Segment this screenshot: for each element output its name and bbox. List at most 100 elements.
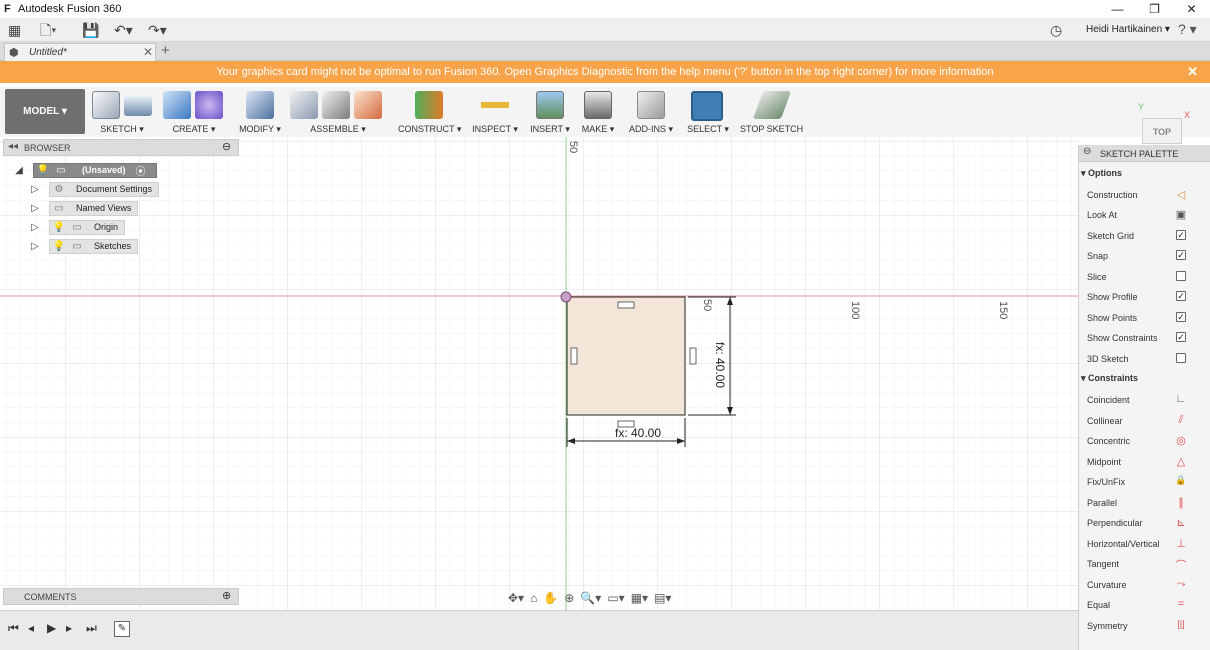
origin-point[interactable] [560,291,572,303]
constraint-concentric[interactable]: Concentric ◎ [1087,433,1205,449]
extrude-icon[interactable] [163,91,191,119]
document-settings-label[interactable]: Document Settings [76,184,152,194]
modify-menu-label[interactable]: MODIFY ▾ [238,124,282,135]
tree-row-named-views[interactable]: ▷ ▭ Named Views [29,200,139,216]
make-menu-label[interactable]: MAKE ▾ [580,124,616,135]
sphere-form-icon[interactable] [195,91,223,119]
close-tab-icon[interactable]: ✕ [143,45,153,59]
lightbulb-off-icon[interactable]: 💡 [52,222,66,233]
stop-sketch-icon[interactable] [752,91,792,119]
concentric-icon[interactable]: ◎ [1173,434,1189,447]
close-window-button[interactable]: ✕ [1173,0,1210,18]
save-icon[interactable]: 💾 [82,22,99,38]
show-constraints-checkbox[interactable]: ✓ [1176,332,1186,342]
collapse-triangle-icon[interactable]: ◢ [13,165,25,176]
select-icon[interactable] [691,91,723,121]
look-at-icon[interactable]: ▣ [1173,208,1189,221]
redo-icon[interactable]: ↷▾ [148,22,167,38]
step-back-icon[interactable]: ◂ [28,621,34,635]
browser-minimize-icon[interactable]: ⊖ [222,140,231,153]
option-show-constraints[interactable]: Show Constraints ✓ [1087,330,1205,346]
constraint-perpendicular[interactable]: Perpendicular ⊾ [1087,515,1205,531]
root-component-label[interactable]: (Unsaved) [82,165,126,175]
tangent-icon[interactable]: ⌒ [1173,557,1189,573]
comments-panel-header[interactable]: COMMENTS ⊕ [3,588,239,605]
symmetry-icon[interactable]: [|] [1173,619,1189,629]
sketch-canvas[interactable]: 50 50 100 150 fx: 40.00 fx: 40.00 [0,137,1078,610]
named-views-label[interactable]: Named Views [76,203,131,213]
constraint-fix-unfix[interactable]: Fix/UnFix 🔒 [1087,474,1205,490]
vertical-constraint-icon-right[interactable] [689,347,697,365]
construct-group[interactable]: CONSTRUCT ▾ [398,87,461,135]
constraint-horizontal-vertical[interactable]: Horizontal/Vertical ⊥ [1087,536,1205,552]
sketches-label[interactable]: Sketches [94,241,131,251]
sketch-grid-checkbox[interactable]: ✓ [1176,230,1186,240]
create-sketch-icon[interactable] [92,91,120,119]
data-panel-grid-icon[interactable]: ▦ [8,22,21,38]
horizontal-constraint-icon-top[interactable] [617,301,635,309]
assemble-menu-label[interactable]: ASSEMBLE ▾ [288,124,388,135]
modify-group[interactable]: MODIFY ▾ [238,87,282,135]
activate-radio-icon[interactable]: ⦿ [134,163,148,178]
select-menu-label[interactable]: SELECT ▾ [686,124,730,135]
undo-icon[interactable]: ↶▾ [114,22,133,38]
sketch-menu-label[interactable]: SKETCH ▾ [92,124,152,135]
collinear-icon[interactable]: ⫽ [1173,414,1189,427]
new-component-icon[interactable] [290,91,318,119]
go-to-end-icon[interactable]: ⏭ [86,621,97,636]
option-3d-sketch[interactable]: 3D Sketch [1087,351,1205,367]
add-ins-menu-label[interactable]: ADD-INS ▾ [626,124,676,135]
option-show-points[interactable]: Show Points ✓ [1087,310,1205,326]
new-tab-button[interactable]: + [161,42,170,59]
sketch-rectangle-icon[interactable] [124,96,152,116]
horizontal-vertical-icon[interactable]: ⊥ [1173,537,1189,550]
lightbulb-icon[interactable]: 💡 [52,241,66,252]
restore-button[interactable]: ❐ [1136,0,1173,18]
measure-icon[interactable] [481,91,509,119]
joint-icon[interactable] [322,91,350,119]
view-cube-top-face[interactable]: TOP [1142,118,1182,144]
browser-collapse-icon[interactable]: ◂◂ [8,141,18,152]
slice-checkbox[interactable] [1176,271,1186,281]
file-menu-icon[interactable]: 🗋▾ [40,22,56,38]
insert-menu-label[interactable]: INSERT ▾ [529,124,571,135]
construction-icon[interactable]: ◁ [1173,188,1189,201]
pan-hand-icon[interactable]: ✋ [543,591,558,605]
expand-triangle-icon[interactable]: ▷ [29,184,41,195]
sketch-feature-icon[interactable]: ✎ [114,621,130,637]
show-points-checkbox[interactable]: ✓ [1176,312,1186,322]
user-account-menu[interactable]: Heidi Hartikainen ▾ [1086,24,1170,35]
insert-image-icon[interactable] [536,91,564,119]
option-slice[interactable]: Slice [1087,269,1205,285]
perpendicular-icon[interactable]: ⊾ [1173,516,1189,529]
offset-plane-icon[interactable] [415,91,443,119]
construct-menu-label[interactable]: CONSTRUCT ▾ [398,124,461,135]
option-show-profile[interactable]: Show Profile ✓ [1087,289,1205,305]
zoom-window-icon[interactable]: 🔍▾ [580,591,601,605]
tree-row-root[interactable]: ◢ 💡 ▭ (Unsaved) ⦿ [13,162,157,178]
add-comment-icon[interactable]: ⊕ [222,589,231,602]
display-settings-icon[interactable]: ▭▾ [607,591,624,605]
expand-triangle-icon[interactable]: ▷ [29,222,41,233]
constraint-curvature[interactable]: Curvature ⤳ [1087,577,1205,593]
constraints-section-toggle[interactable]: ▾ Constraints [1081,373,1138,384]
inspect-group[interactable]: INSPECT ▾ [472,87,518,135]
option-sketch-grid[interactable]: Sketch Grid ✓ [1087,228,1205,244]
scripts-add-ins-icon[interactable] [637,91,665,119]
parallel-icon[interactable]: ∥ [1173,496,1189,509]
help-menu-button[interactable]: ? ▾ [1178,21,1197,38]
tree-row-document-settings[interactable]: ▷ ⚙ Document Settings [29,181,160,197]
expand-triangle-icon[interactable]: ▷ [29,203,41,214]
view-cube[interactable]: Y X TOP [1138,102,1190,144]
expand-triangle-icon[interactable]: ▷ [29,241,41,252]
browser-panel-header[interactable]: ◂◂ BROWSER ⊖ [3,139,239,156]
constraint-equal[interactable]: Equal = [1087,597,1205,613]
grid-snaps-icon[interactable]: ▦▾ [631,591,648,605]
coincident-icon[interactable]: ∟ [1173,393,1189,405]
look-at-nav-icon[interactable]: ⌂ [530,591,537,605]
constraint-tangent[interactable]: Tangent ⌒ [1087,556,1205,572]
tree-row-origin[interactable]: ▷ 💡 ▭ Origin [29,219,126,235]
go-to-start-icon[interactable]: ⏮ [8,621,19,636]
step-forward-icon[interactable]: ▸ [66,621,72,635]
sketch-palette-header[interactable]: ⊖ SKETCH PALETTE [1079,145,1210,162]
